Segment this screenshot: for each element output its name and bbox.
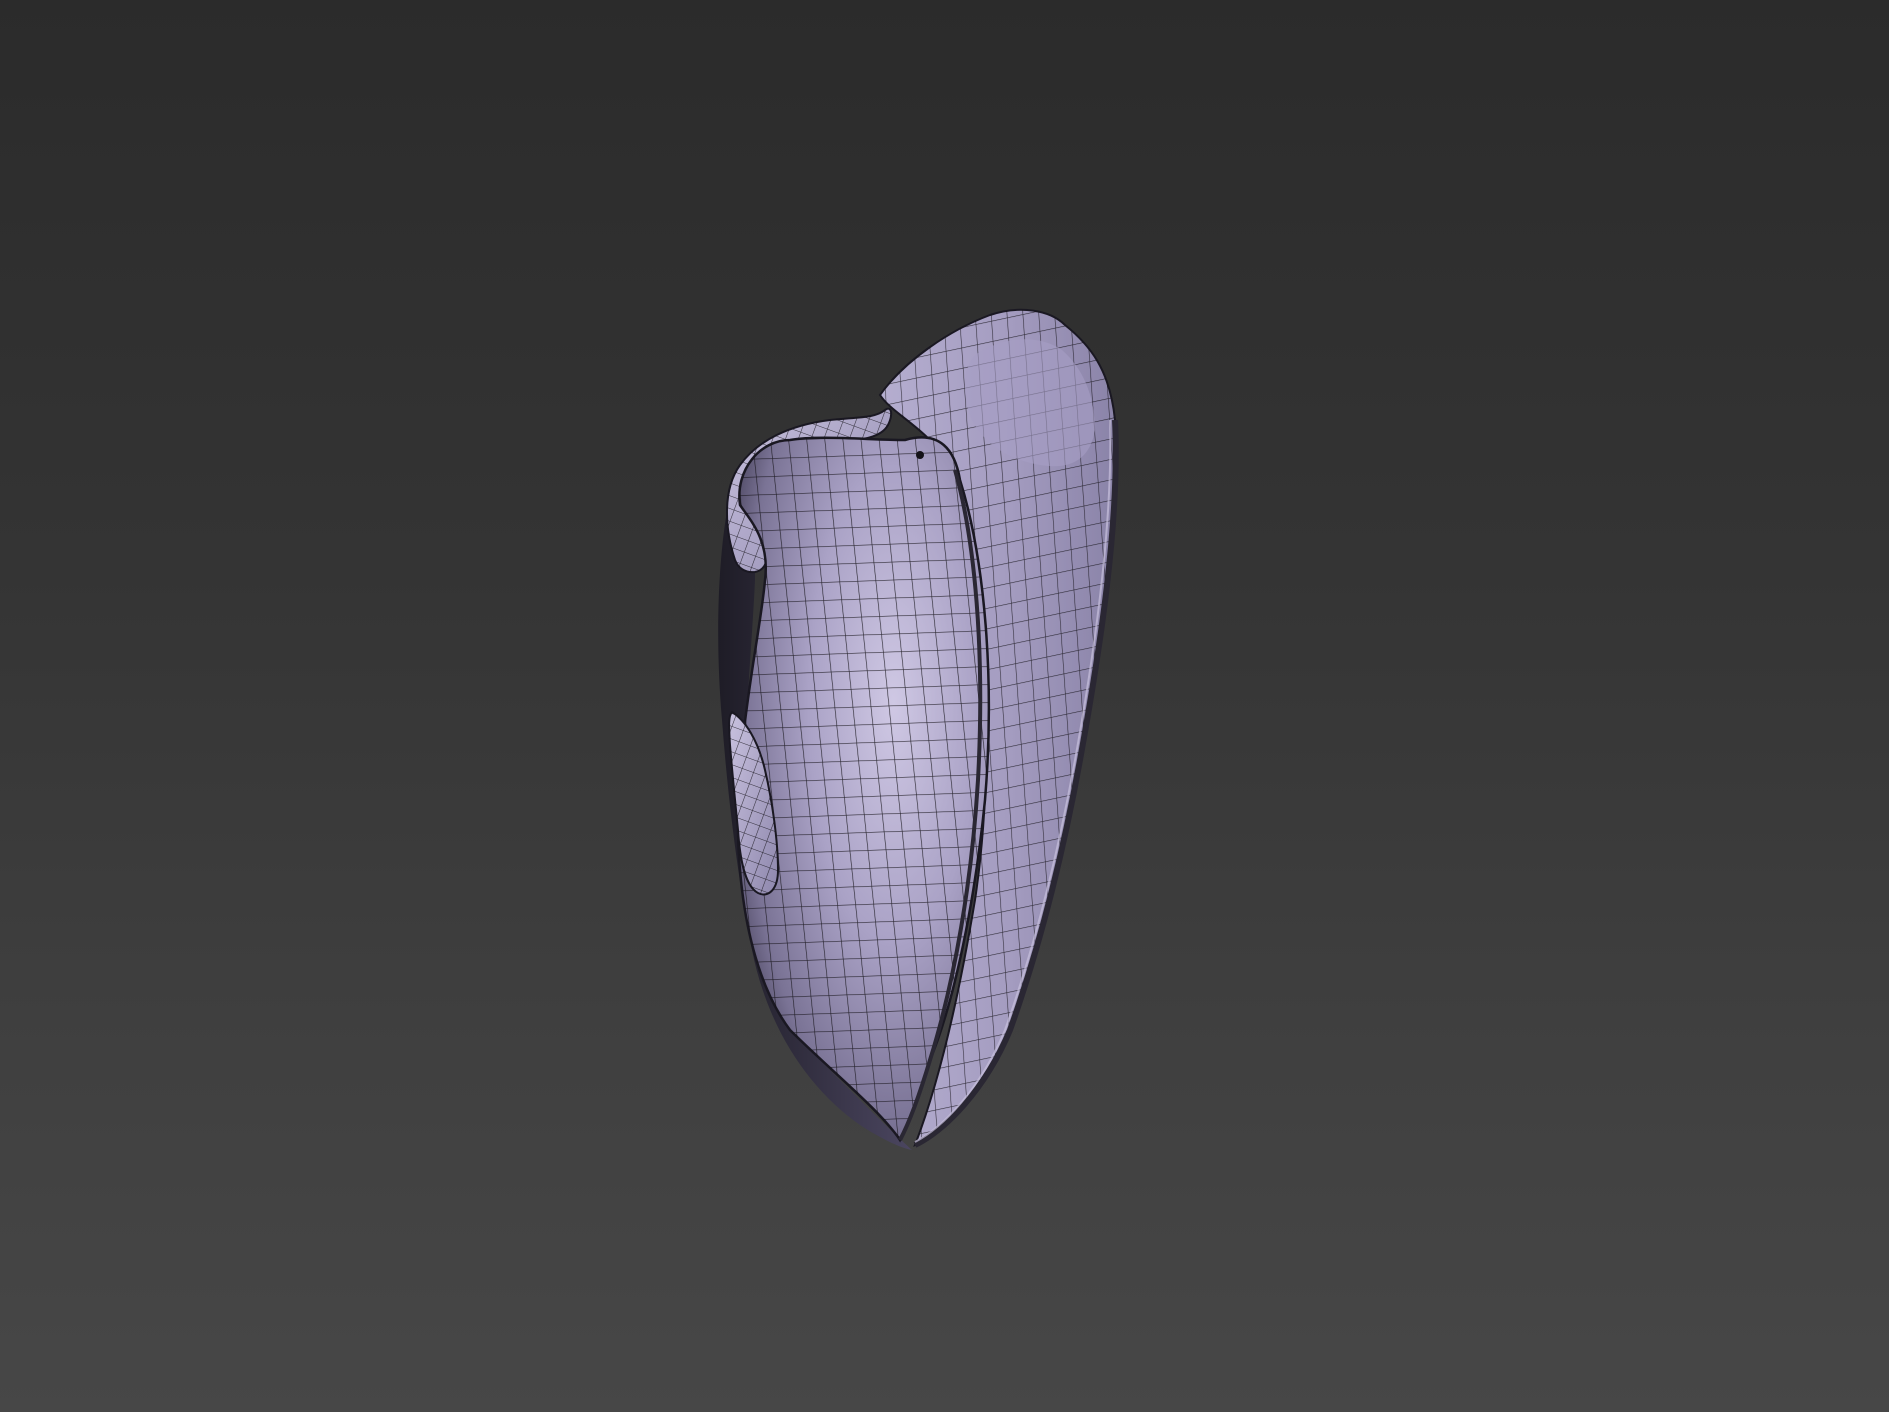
mesh-pole-vertex [916, 451, 924, 459]
3d-viewport[interactable] [0, 0, 1889, 1412]
viewport-scene[interactable] [0, 0, 1889, 1412]
